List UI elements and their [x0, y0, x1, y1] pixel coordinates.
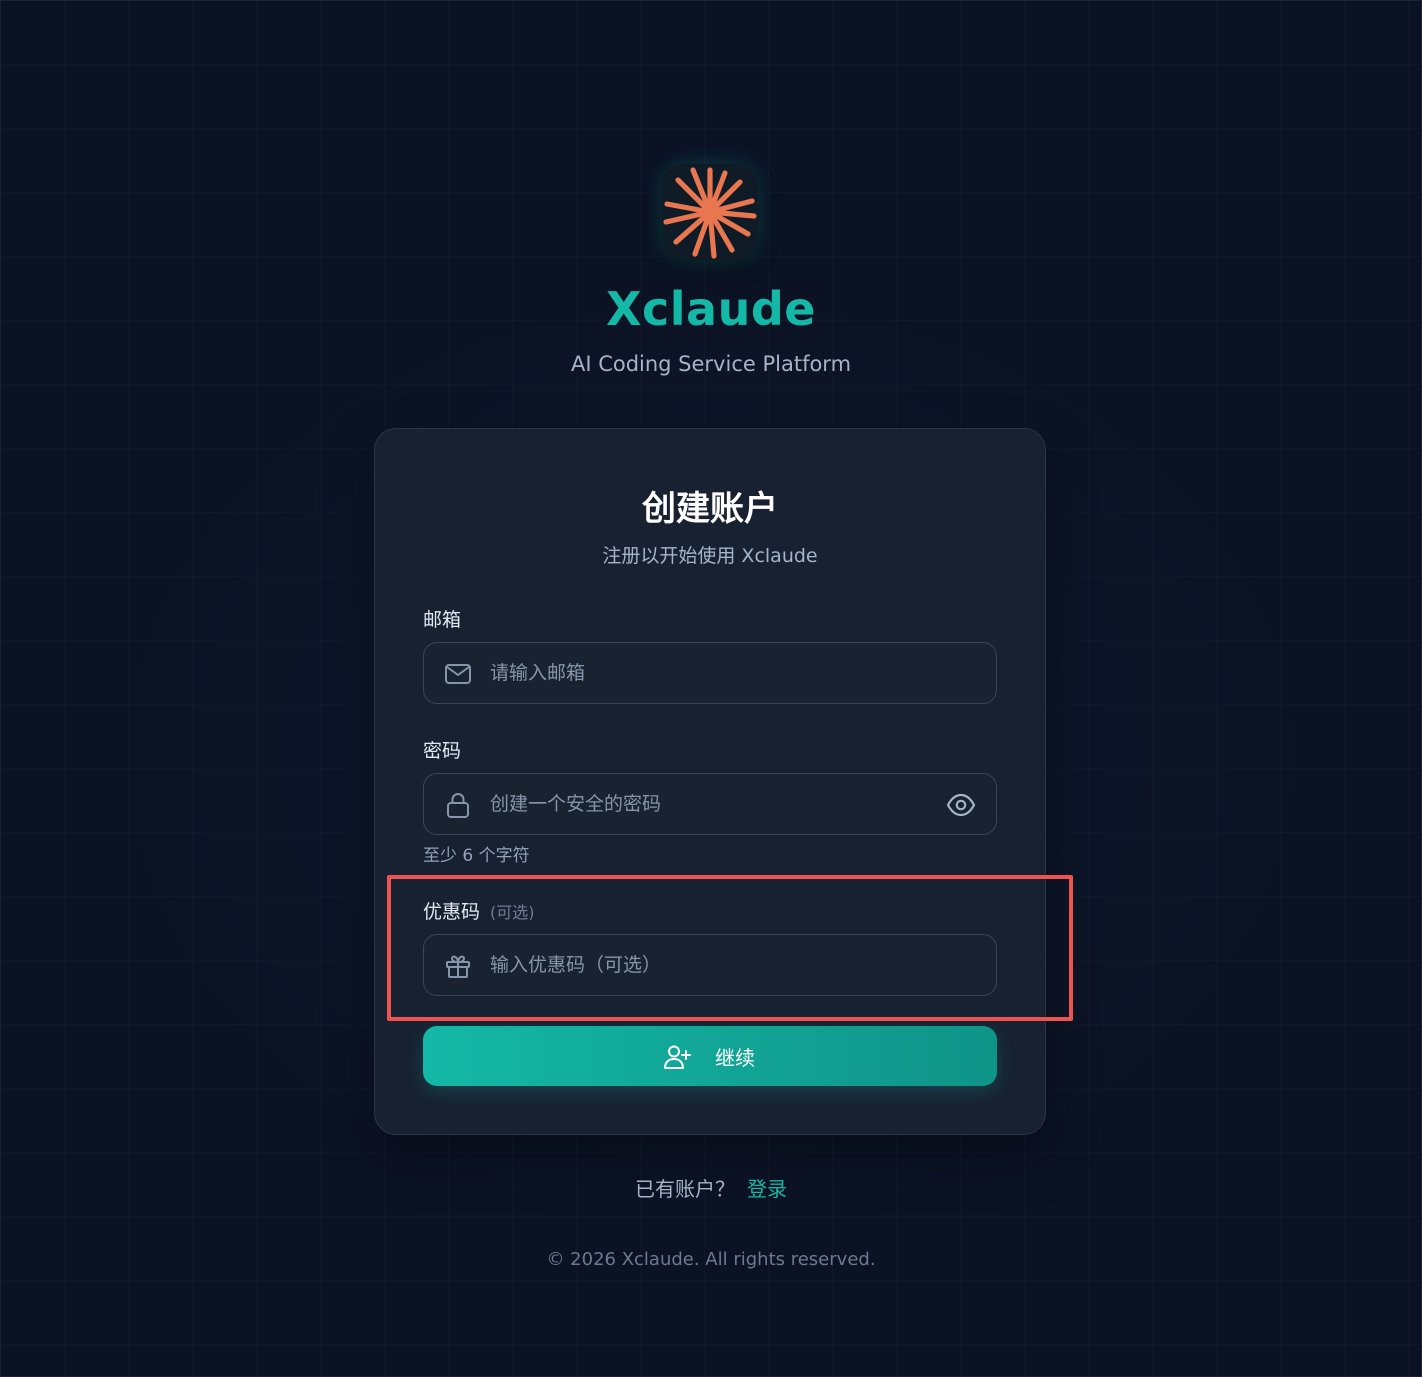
continue-button-label: 继续 [715, 1046, 755, 1070]
login-prompt: 已有账户？ 登录 [0, 1173, 1422, 1202]
promo-code-label: 优惠码 (可选) [423, 897, 535, 924]
gift-icon [446, 955, 470, 978]
lock-icon [447, 793, 469, 818]
email-field-wrapper[interactable] [423, 642, 997, 704]
footer-copyright: © 2026 Xclaude. All rights reserved. [546, 1249, 876, 1270]
password-field-wrapper[interactable] [423, 773, 997, 835]
brand-tagline: AI Coding Service Platform [570, 352, 852, 376]
promo-code-input[interactable] [490, 935, 930, 995]
promo-code-label-text: 优惠码 [423, 901, 481, 923]
login-prompt-text: 已有账户？ [635, 1177, 735, 1201]
brand-name: Xclaude [606, 282, 816, 336]
password-hint: 至少 6 个字符 [423, 846, 530, 866]
card-title: 创建账户 [642, 489, 778, 529]
promo-code-field-wrapper[interactable] [423, 934, 997, 996]
email-label: 邮箱 [423, 609, 462, 631]
card-subtitle: 注册以开始使用 Xclaude [602, 545, 818, 567]
login-link[interactable]: 登录 [747, 1177, 787, 1201]
password-label: 密码 [423, 740, 462, 762]
email-input[interactable] [490, 643, 930, 703]
optional-tag: (可选) [490, 903, 535, 922]
user-plus-icon [664, 1045, 691, 1069]
eye-icon[interactable] [946, 790, 976, 820]
password-input[interactable] [490, 774, 930, 834]
signup-card: 创建账户 注册以开始使用 Xclaude 邮箱 密码 至少 6 个字符 优惠码 (… [374, 428, 1046, 1135]
continue-button[interactable]: 继续 [423, 1026, 997, 1086]
mail-icon [445, 664, 471, 684]
sunburst-logo-icon [662, 164, 758, 260]
